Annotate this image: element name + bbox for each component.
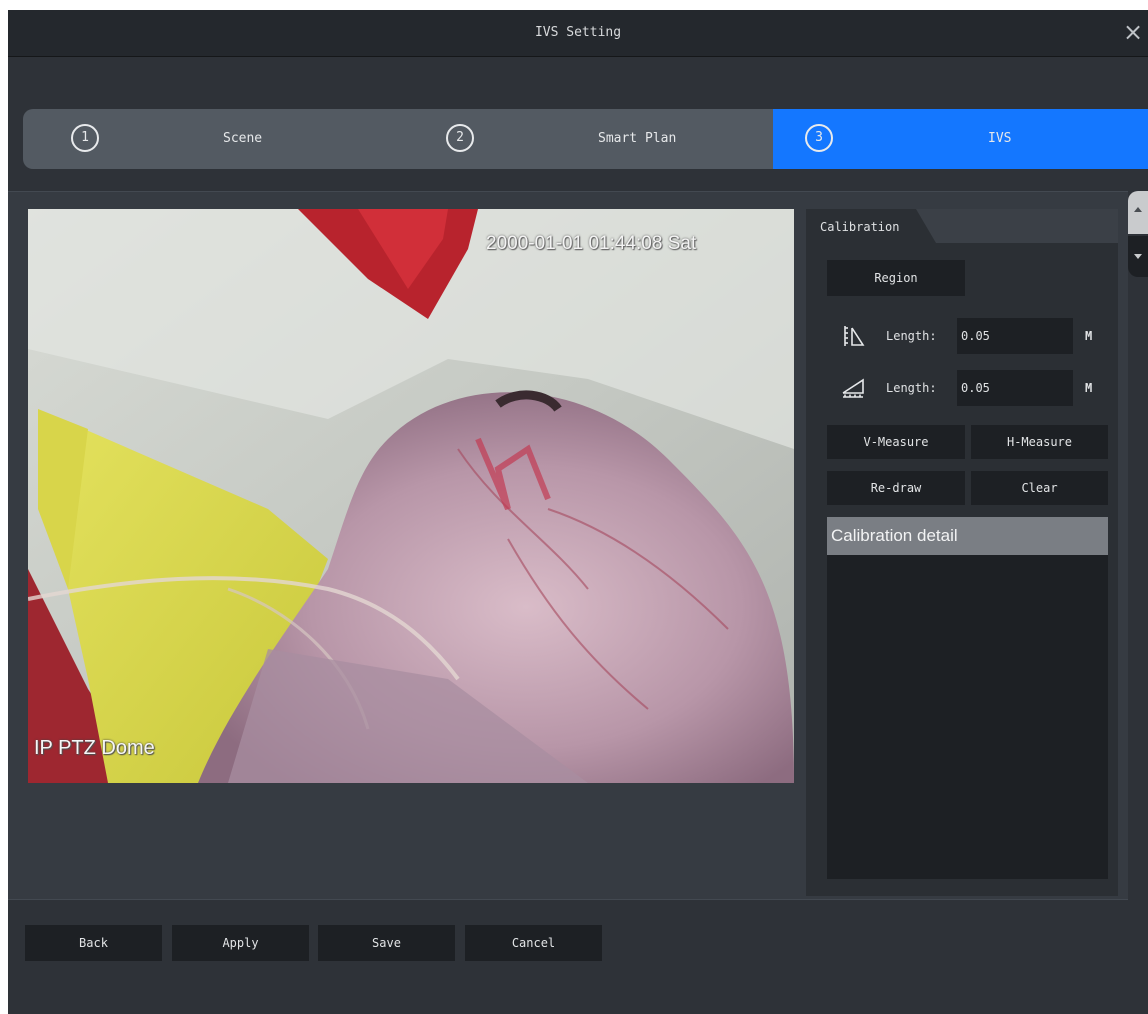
osd-timestamp: 2000-01-01 01:44:08 Sat <box>486 233 697 254</box>
step-label: Scene <box>223 131 263 146</box>
horizontal-length-input[interactable]: 0.05 <box>957 370 1073 406</box>
video-preview[interactable]: 2000-01-01 01:44:08 Sat IP PTZ Dome <box>28 209 794 783</box>
vertical-length-unit: M <box>1085 329 1093 343</box>
scroll-up-icon[interactable] <box>1128 191 1148 234</box>
h-measure-button[interactable]: H-Measure <box>971 425 1108 459</box>
step-label: IVS <box>988 131 1012 146</box>
tab-calibration[interactable]: Calibration <box>806 209 936 243</box>
scroll-down-icon[interactable] <box>1128 236 1148 277</box>
region-button[interactable]: Region <box>827 260 965 296</box>
step-ivs[interactable]: 3 IVS <box>773 109 1148 169</box>
ivs-setting-dialog: IVS Setting × 1 Scene 2 Smart Plan 3 IVS <box>8 10 1148 1014</box>
window-title: IVS Setting <box>534 25 622 40</box>
redraw-button[interactable]: Re-draw <box>827 471 965 505</box>
horizontal-length-label: Length: <box>886 381 937 395</box>
step-label: Smart Plan <box>598 131 677 146</box>
tab-calibration-label: Calibration <box>820 220 900 234</box>
v-measure-button[interactable]: V-Measure <box>827 425 965 459</box>
apply-button[interactable]: Apply <box>172 925 309 961</box>
calibration-panel: Calibration Region Length: 0.05 M Length… <box>806 209 1118 896</box>
step-progress-bar: 1 Scene 2 Smart Plan 3 IVS <box>23 109 1148 169</box>
step-number-badge: 1 <box>71 124 99 152</box>
calibration-detail-list[interactable] <box>827 555 1108 879</box>
osd-channel-name: IP PTZ Dome <box>34 737 155 759</box>
horizontal-ruler-icon <box>842 378 864 398</box>
step-scene[interactable]: 1 Scene <box>23 109 398 169</box>
step-smart-plan[interactable]: 2 Smart Plan <box>398 109 773 169</box>
vertical-length-label: Length: <box>886 329 937 343</box>
calibration-detail-header: Calibration detail <box>827 517 1108 555</box>
horizontal-length-unit: M <box>1085 381 1093 395</box>
vertical-ruler-icon <box>844 326 865 346</box>
close-icon[interactable]: × <box>1120 18 1146 46</box>
camera-scene-image <box>28 209 794 783</box>
vertical-length-row: Length: 0.05 M <box>827 318 1117 354</box>
cancel-button[interactable]: Cancel <box>465 925 602 961</box>
step-number-badge: 3 <box>805 124 833 152</box>
clear-button[interactable]: Clear <box>971 471 1108 505</box>
save-button[interactable]: Save <box>318 925 455 961</box>
content-area: 2000-01-01 01:44:08 Sat IP PTZ Dome Cali… <box>8 191 1128 900</box>
title-bar: IVS Setting × <box>8 10 1148 57</box>
back-button[interactable]: Back <box>25 925 162 961</box>
vertical-length-input[interactable]: 0.05 <box>957 318 1073 354</box>
scrollbar[interactable] <box>1128 191 1148 281</box>
horizontal-length-row: Length: 0.05 M <box>827 370 1117 406</box>
tab-strip: Calibration <box>806 209 1118 243</box>
step-number-badge: 2 <box>446 124 474 152</box>
